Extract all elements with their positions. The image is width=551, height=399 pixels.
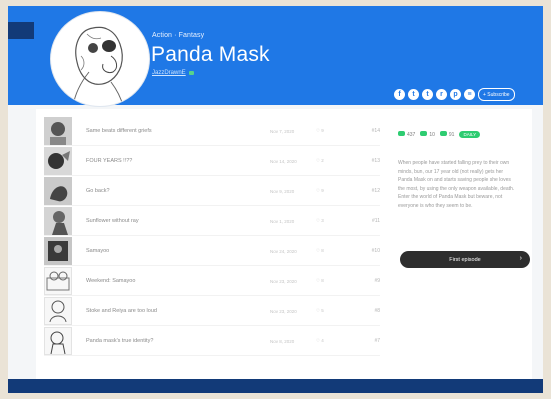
episode-number: #13 (371, 158, 380, 164)
episode-likes: ♡ 9 (316, 188, 324, 193)
episode-date: Nov 7, 2020 (270, 128, 295, 134)
subscribe-button[interactable]: + Subscribe (478, 88, 515, 101)
episode-number: #12 (371, 188, 380, 194)
episode-thumbnail[interactable] (44, 147, 72, 175)
pinterest-icon[interactable]: p (450, 89, 461, 100)
schedule-badge: DAILY (459, 131, 481, 138)
list-item[interactable]: Same beats different griefs Nov 7, 2020 … (44, 117, 380, 146)
episode-art-icon (44, 237, 72, 265)
verified-badge-icon (188, 71, 194, 75)
twitter-icon[interactable]: t (408, 89, 419, 100)
eye-icon (398, 131, 405, 136)
series-genres[interactable]: Action · Fantasy (152, 32, 204, 39)
subscribers-count: 10 (429, 132, 435, 138)
episode-art-icon (49, 300, 67, 323)
social-share-bar: f t t r p ≡ + Subscribe (394, 88, 515, 101)
episode-thumbnail[interactable] (44, 117, 72, 145)
episode-likes: ♡ 2 (316, 158, 324, 163)
likes-stat: 91 (439, 131, 455, 138)
views-stat: 437 (398, 131, 415, 138)
series-synopsis: When people have started falling prey to… (398, 160, 515, 209)
author-row: JazzDrawnE (152, 70, 194, 76)
episode-likes: ♡ 9 (316, 128, 324, 133)
episode-thumbnail[interactable] (44, 177, 72, 205)
episode-title[interactable]: Weekend: Samayoo (86, 278, 270, 284)
panda-mask-cover-art (72, 26, 124, 106)
author-link[interactable]: JazzDrawnE (152, 70, 186, 76)
episode-title[interactable]: Go back? (86, 188, 270, 194)
heart-icon (439, 131, 447, 136)
list-item[interactable]: Panda mask's true identity? Nov 8, 2020 … (44, 327, 380, 356)
episode-number: #8 (374, 308, 380, 314)
first-episode-label: First episode (449, 256, 481, 263)
episode-likes: ♡ 3 (316, 218, 324, 223)
episode-title[interactable]: Samayoo (86, 248, 270, 254)
subscribers-stat: 10 (420, 131, 435, 138)
episode-thumbnail[interactable] (44, 267, 72, 295)
episode-art-icon (44, 117, 72, 145)
episode-art-icon (44, 177, 72, 205)
episode-number: #7 (374, 338, 380, 344)
episode-likes: ♡ 8 (316, 248, 324, 253)
episode-thumbnail[interactable] (44, 207, 72, 235)
episode-number: #11 (372, 218, 380, 224)
page-frame: Action · Fantasy Panda Mask JazzDrawnE f… (8, 6, 543, 393)
list-item[interactable]: Weekend: Samayoo Nov 23, 2020 ♡ 8 #9 (44, 267, 380, 296)
first-episode-button[interactable]: First episode › (400, 251, 530, 268)
episode-date: Nov 8, 2020 (270, 338, 295, 344)
user-icon (420, 131, 428, 136)
episode-art-icon (46, 271, 70, 291)
episode-art-icon (50, 331, 66, 354)
page-footer-band (8, 379, 543, 393)
list-item[interactable]: FOUR YEARS !!?? Nov 14, 2020 ♡ 2 #13 (44, 147, 380, 176)
episode-art-icon (44, 147, 72, 175)
series-stats: 437 10 91 DAILY (398, 131, 481, 138)
episode-date: Nov 23, 2020 (270, 308, 297, 314)
episode-title[interactable]: Sunflower without ray (86, 218, 270, 224)
episode-date: Nov 23, 2020 (270, 278, 297, 284)
list-item[interactable]: Samayoo Nov 24, 2020 ♡ 8 #10 (44, 237, 380, 266)
episode-date: Nov 14, 2020 (270, 158, 297, 164)
episode-title[interactable]: FOUR YEARS !!?? (86, 158, 270, 164)
series-content-panel: Same beats different griefs Nov 7, 2020 … (36, 109, 532, 380)
episode-thumbnail[interactable] (44, 237, 72, 265)
episode-title[interactable]: Same beats different griefs (86, 128, 270, 134)
episode-likes: ♡ 4 (316, 338, 324, 343)
facebook-icon[interactable]: f (394, 89, 405, 100)
episode-number: #10 (371, 248, 380, 254)
episode-likes: ♡ 5 (316, 308, 324, 313)
nav-tab-block (8, 22, 34, 39)
episode-thumbnail[interactable] (44, 327, 72, 355)
reddit-icon[interactable]: r (436, 89, 447, 100)
views-count: 437 (407, 132, 416, 138)
episode-art-icon (44, 207, 72, 235)
list-item[interactable]: Go back? Nov 9, 2020 ♡ 9 #12 (44, 177, 380, 206)
list-item[interactable]: Sunflower without ray Nov 1, 2020 ♡ 3 #1… (44, 207, 380, 236)
episode-date: Nov 24, 2020 (270, 248, 297, 254)
episode-list: Same beats different griefs Nov 7, 2020 … (44, 117, 380, 357)
episode-title[interactable]: Panda mask's true identity? (86, 338, 270, 344)
likes-count: 91 (448, 132, 455, 138)
series-title: Panda Mask (151, 43, 270, 66)
episode-number: #14 (371, 128, 380, 134)
episode-date: Nov 1, 2020 (270, 218, 295, 224)
episode-thumbnail[interactable] (44, 297, 72, 325)
list-item[interactable]: Stoke and Reiya are too loud Nov 23, 202… (44, 297, 380, 326)
episode-number: #9 (374, 278, 380, 284)
episode-likes: ♡ 8 (316, 278, 324, 283)
tumblr-icon[interactable]: t (422, 89, 433, 100)
episode-date: Nov 9, 2020 (270, 188, 295, 194)
episode-title[interactable]: Stoke and Reiya are too loud (86, 308, 270, 314)
series-cover-avatar[interactable] (50, 11, 150, 107)
chevron-right-icon: › (519, 255, 522, 262)
rss-icon[interactable]: ≡ (464, 89, 475, 100)
